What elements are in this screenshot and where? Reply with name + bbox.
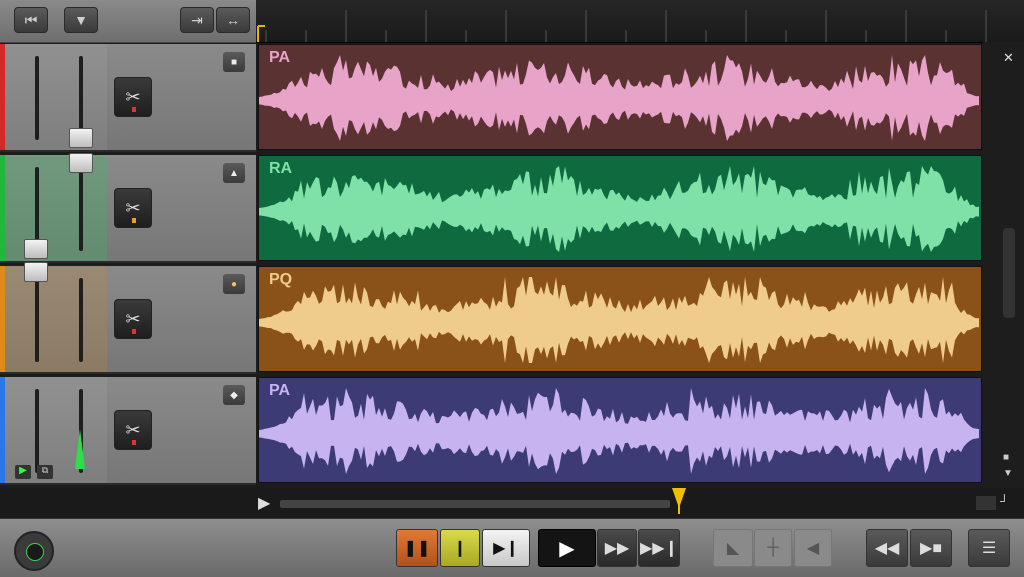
play-button[interactable]: ▶ <box>538 529 596 567</box>
rewind-button[interactable]: ◀◀ <box>866 529 908 567</box>
pause-icon: ❚❚ <box>403 540 431 557</box>
track-option-button[interactable]: ◆ <box>223 385 245 405</box>
waveform <box>259 277 979 363</box>
transport-bar: ❚❚ ❙ ▶❙ ▶ ▶▶ ▶▶❙ ◣ ┼ ◀ ◀◀ ▶■ ☰ <box>0 518 1024 577</box>
close-icon[interactable]: ✕ <box>1003 50 1014 66</box>
instrument-button[interactable]: ✂ <box>114 299 152 339</box>
line-icon: ┼ <box>767 539 779 556</box>
list-icon: ☰ <box>981 540 997 557</box>
pan-fader-track[interactable] <box>79 167 83 251</box>
playhead-marker[interactable] <box>672 488 687 519</box>
right-sidebar: ✕ ■ ▼ <box>983 42 1024 488</box>
bell-icon: ▲ <box>229 167 239 179</box>
back-icon: ◀ <box>806 540 820 557</box>
track-header-1[interactable]: ✂ ■ <box>0 44 256 152</box>
skip-end-icon: ▶▶❙ <box>639 540 678 557</box>
scissors-icon: ✂ <box>125 86 141 107</box>
dropdown-button[interactable]: ▼ <box>64 7 98 33</box>
timeline-ruler[interactable] <box>256 0 1024 43</box>
fast-forward-icon: ▶▶ <box>604 540 630 557</box>
step-forward-button[interactable]: ▶❙ <box>482 529 530 567</box>
marker-icon: ◣ <box>726 540 740 557</box>
track-header-4[interactable]: ▶ ⧉ ✂ ◆ <box>0 377 256 485</box>
send-button[interactable]: ⇥ <box>180 7 214 33</box>
fader-area <box>5 266 107 372</box>
track-lane-3[interactable]: PQ <box>258 266 982 372</box>
fast-forward-button[interactable]: ▶▶ <box>597 529 637 567</box>
play-icon: ▶ <box>19 465 27 476</box>
record-track-button[interactable]: ⧉ <box>37 465 53 479</box>
track-lane-4[interactable]: PA <box>258 377 982 483</box>
scroll-up-icon[interactable]: ■ <box>1003 452 1009 463</box>
scissors-icon: ✂ <box>125 197 141 218</box>
forward-button[interactable]: ▶■ <box>910 529 952 567</box>
list-button[interactable]: ☰ <box>968 529 1010 567</box>
skip-end-button[interactable]: ▶▶❙ <box>638 529 680 567</box>
loop-button[interactable] <box>976 496 996 510</box>
pan-fader-track[interactable] <box>79 278 83 362</box>
volume-fader-track[interactable] <box>35 278 39 362</box>
rewind-to-start-icon: ⏮ <box>24 11 38 28</box>
fader-knob[interactable] <box>24 239 48 259</box>
scissors-icon: ✂ <box>125 419 141 440</box>
instrument-button[interactable]: ✂ <box>114 410 152 450</box>
stop-bar-icon: ❙ <box>453 540 467 557</box>
resize-icon[interactable]: ┘ <box>1000 494 1009 508</box>
waveform-shape <box>259 277 979 363</box>
instrument-button[interactable]: ✂ <box>114 77 152 117</box>
marker-button[interactable]: ◣ <box>713 529 753 567</box>
waveform-shape <box>259 388 979 474</box>
triangle-down-icon: ▼ <box>74 12 88 28</box>
track-option-button[interactable]: ■ <box>223 52 245 72</box>
circle-icon: ● <box>230 278 238 290</box>
track-option-button[interactable]: ● <box>223 274 245 294</box>
scrubber-track[interactable] <box>280 500 670 508</box>
track-lane-1[interactable]: PA <box>258 44 982 150</box>
waveform <box>259 388 979 474</box>
track-label: PQ <box>269 271 293 288</box>
fader-knob[interactable] <box>69 128 93 148</box>
fader-knob[interactable] <box>69 153 93 173</box>
stop-square-icon: ■ <box>230 56 238 68</box>
back-button[interactable]: ◀ <box>794 529 832 567</box>
waveform-shape <box>259 55 979 141</box>
play-marker-icon: ▶ <box>258 495 271 512</box>
vertical-scrollbar[interactable] <box>1003 228 1015 318</box>
pause-button[interactable]: ❚❚ <box>396 529 438 567</box>
copy-icon: ⧉ <box>41 465 49 475</box>
ruler-ticks <box>257 10 987 42</box>
play-icon: ▶ <box>559 537 575 560</box>
volume-fader-track[interactable] <box>35 389 39 473</box>
track-header-3[interactable]: ✂ ● <box>0 262 256 374</box>
waveform-shape <box>259 166 979 252</box>
track-label: PA <box>269 49 291 66</box>
scroll-down-icon[interactable]: ▼ <box>1003 468 1013 479</box>
forward-icon: ▶■ <box>920 540 942 557</box>
scissors-icon: ✂ <box>125 308 141 329</box>
split-icon: ↔ <box>226 12 240 28</box>
track-header-2[interactable]: ✂ ▲ <box>0 153 256 263</box>
track-label: PA <box>269 382 291 399</box>
diamond-icon: ◆ <box>230 389 238 401</box>
waveform <box>259 166 979 252</box>
level-meter <box>74 429 86 473</box>
scrubber-row: ▶ ┘ <box>0 488 1024 518</box>
master-knob[interactable] <box>14 531 54 571</box>
track-option-button[interactable]: ▲ <box>223 163 245 183</box>
volume-fader-track[interactable] <box>35 56 39 140</box>
track-label: RA <box>269 160 293 177</box>
waveform <box>259 55 979 141</box>
track-lane-2[interactable]: RA <box>258 155 982 261</box>
instrument-button[interactable]: ✂ <box>114 188 152 228</box>
fader-knob[interactable] <box>24 262 48 282</box>
send-icon: ⇥ <box>191 11 203 28</box>
rewind-icon: ◀◀ <box>874 540 900 557</box>
split-button[interactable]: ↔ <box>216 7 250 33</box>
line-button[interactable]: ┼ <box>754 529 792 567</box>
stop-button[interactable]: ❙ <box>440 529 480 567</box>
rewind-to-start-button[interactable]: ⏮ <box>14 7 48 33</box>
play-track-button[interactable]: ▶ <box>15 465 31 479</box>
track-toolbar: ⏮ ▼ ⇥ ↔ <box>0 0 256 43</box>
step-forward-icon: ▶❙ <box>493 540 519 557</box>
